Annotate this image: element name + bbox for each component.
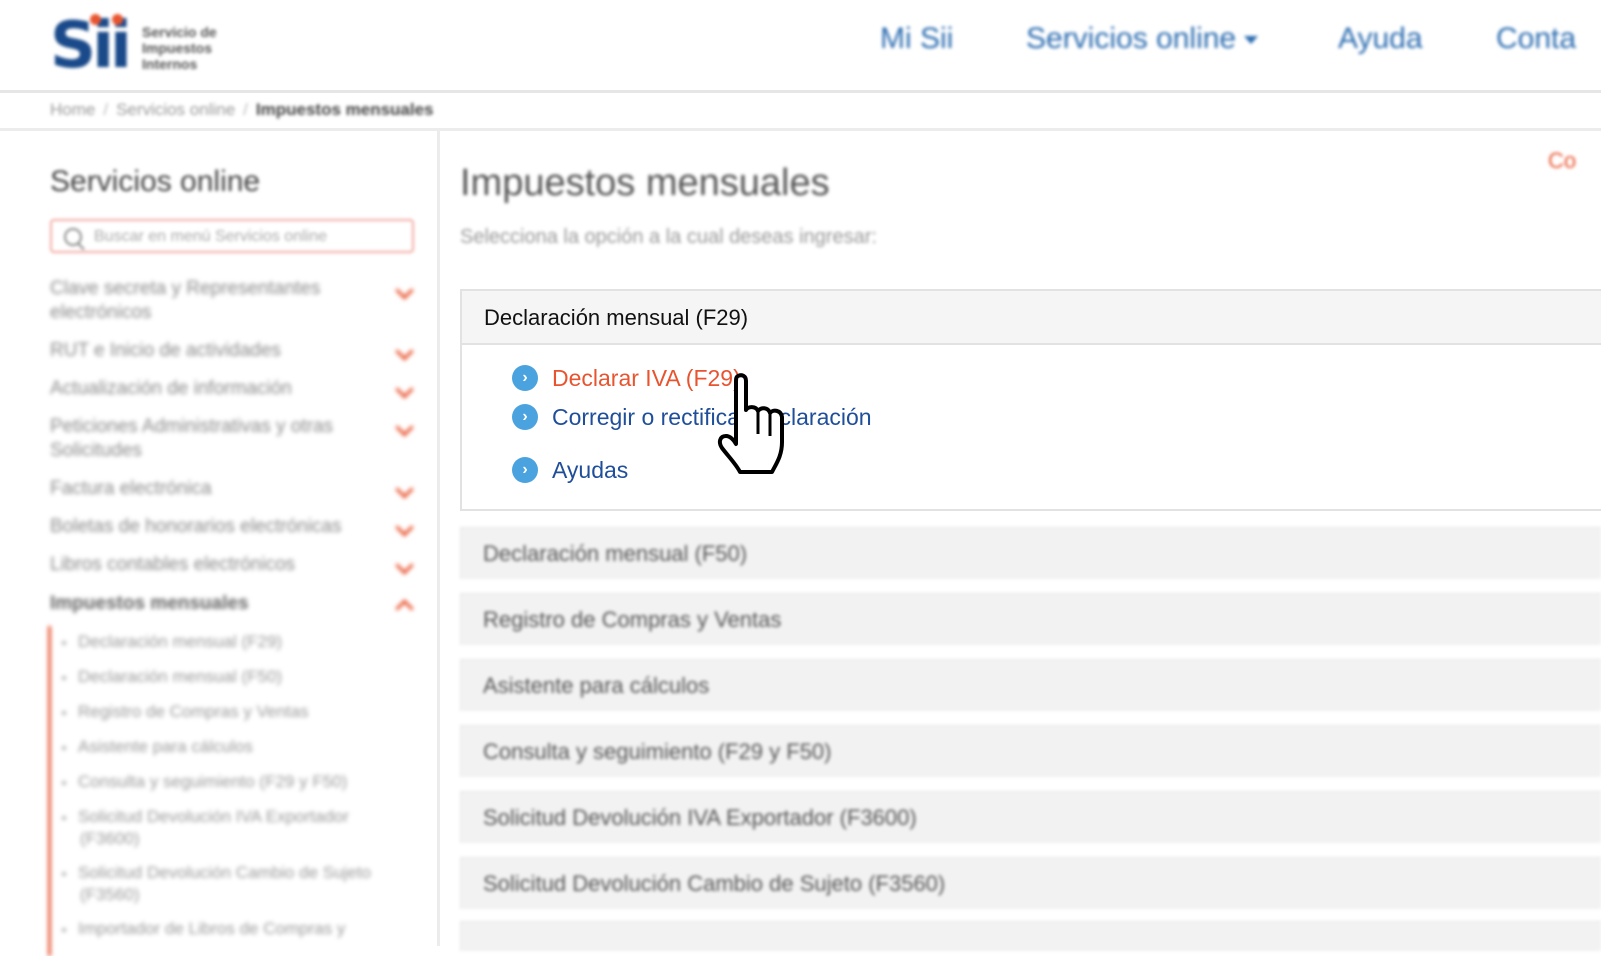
submenu-item[interactable]: Registro de Compras y Ventas: [62, 701, 392, 723]
submenu-label: Solicitud Devolución IVA Exportador (F36…: [78, 807, 349, 848]
submenu-item[interactable]: Solicitud Devolución Cambio de Sujeto (F…: [62, 862, 390, 906]
breadcrumb: Home / Servicios online / Impuestos mensuale…: [50, 100, 434, 120]
chevron-right-icon: ›: [512, 404, 538, 430]
accordion-asistente[interactable]: Asistente para cálculos: [460, 659, 1601, 711]
panel-f29: Declaración mensual (F29) › Declarar IVA…: [460, 289, 1601, 511]
submenu-item[interactable]: Solicitud Devolución IVA Exportador (F36…: [62, 806, 390, 850]
search-placeholder: Buscar en menú Servicios online: [94, 228, 328, 245]
bullet-icon: [62, 710, 66, 715]
nav-label: Servicios online: [1026, 22, 1237, 55]
chevron-up-icon[interactable]: [395, 599, 414, 618]
accordion-label: Solicitud Devolución Cambio de Sujeto (F…: [483, 871, 946, 896]
nav-servicios-online[interactable]: Servicios online: [1026, 22, 1259, 56]
accordion-consulta[interactable]: Consulta y seguimiento (F29 y F50): [460, 725, 1601, 777]
chevron-down-icon[interactable]: [395, 380, 414, 399]
logo-dot: [90, 14, 101, 25]
sii-logo[interactable]: Sii Servicio de Impuestos Internos: [50, 8, 250, 80]
panel-title: Declaración mensual (F29): [484, 305, 749, 330]
chevron-down-icon[interactable]: [395, 518, 414, 537]
bullet-icon: [62, 871, 66, 876]
bullet-icon: [62, 640, 66, 645]
sidebar-item-libros[interactable]: Libros contables electrónicos: [50, 553, 370, 577]
accordion-partial[interactable]: [460, 921, 1601, 951]
page-title: Impuestos mensuales: [460, 162, 830, 204]
chevron-right-icon: ›: [512, 457, 538, 483]
corner-link[interactable]: Co: [1548, 148, 1576, 174]
accordion-label: Registro de Compras y Ventas: [483, 607, 782, 632]
breadcrumb-separator: /: [103, 100, 109, 119]
breadcrumb-home[interactable]: Home: [50, 100, 95, 119]
caret-down-icon: [1244, 36, 1259, 45]
submenu-label: Declaración mensual (F29): [78, 632, 283, 651]
nav-ayuda[interactable]: Ayuda: [1338, 22, 1423, 56]
submenu-indicator: [48, 626, 51, 956]
bullet-icon: [62, 815, 66, 820]
sidebar-title: Servicios online: [50, 165, 261, 198]
accordion-label: Solicitud Devolución IVA Exportador (F36…: [483, 805, 917, 830]
submenu-item[interactable]: Asistente para cálculos: [62, 736, 392, 758]
accordion-label: Asistente para cálculos: [483, 673, 710, 698]
submenu-label: Declaración mensual (F50): [78, 667, 283, 686]
sidebar-item-boletas[interactable]: Boletas de honorarios electrónicas: [50, 515, 370, 539]
submenu-label: Solicitud Devolución Cambio de Sujeto (F…: [78, 863, 371, 904]
accordion-f3600[interactable]: Solicitud Devolución IVA Exportador (F36…: [460, 791, 1601, 843]
logo-text: Servicio de Impuestos Internos: [142, 24, 217, 72]
option-label: Declarar IVA (F29): [552, 365, 741, 391]
logo-line: Impuestos: [142, 40, 213, 56]
sidebar-item-impuestos-mensuales[interactable]: Impuestos mensuales: [50, 592, 370, 616]
sidebar-item-actualizacion[interactable]: Actualización de información: [50, 377, 370, 401]
chevron-down-icon[interactable]: [395, 281, 414, 300]
sidebar-item-peticiones[interactable]: Peticiones Administrativas y otras Solic…: [50, 415, 370, 463]
hand-pointer-icon: [717, 373, 784, 474]
submenu-label: Consulta y seguimiento (F29 y F50): [78, 772, 348, 791]
bullet-icon: [62, 745, 66, 750]
accordion-f50[interactable]: Declaración mensual (F50): [460, 527, 1601, 579]
search-icon: [64, 228, 82, 246]
page-subtitle: Selecciona la opción a la cual deseas in…: [460, 226, 877, 248]
sidebar-item-rut[interactable]: RUT e Inicio de actividades: [50, 339, 370, 363]
accordion-label: Declaración mensual (F50): [483, 541, 748, 566]
submenu-label: Importador de Libros de Compras y: [78, 919, 346, 938]
bullet-icon: [62, 780, 66, 785]
chevron-right-icon: ›: [512, 365, 538, 391]
submenu-label: Asistente para cálculos: [78, 737, 253, 756]
option-label: Corregir o rectificar declaración: [552, 404, 872, 430]
sidebar-search-input[interactable]: Buscar en menú Servicios online: [50, 219, 414, 253]
logo-mark: Sii: [50, 9, 132, 83]
submenu-item[interactable]: Consulta y seguimiento (F29 y F50): [62, 771, 392, 793]
accordion-f3560[interactable]: Solicitud Devolución Cambio de Sujeto (F…: [460, 857, 1601, 909]
chevron-down-icon[interactable]: [395, 556, 414, 575]
logo-dot: [112, 14, 123, 25]
sidebar: Servicios online Buscar en menú Servicio…: [0, 131, 440, 956]
sidebar-item-factura[interactable]: Factura electrónica: [50, 477, 370, 501]
chevron-down-icon[interactable]: [395, 418, 414, 437]
bullet-icon: [62, 675, 66, 680]
panel-header[interactable]: Declaración mensual (F29): [462, 291, 1601, 345]
nav-mi-sii[interactable]: Mi Sii: [880, 22, 953, 56]
breadcrumb-separator: /: [243, 100, 248, 119]
chevron-down-icon[interactable]: [395, 342, 414, 361]
accordion-label: Consulta y seguimiento (F29 y F50): [483, 739, 832, 764]
accordion-registro[interactable]: Registro de Compras y Ventas: [460, 593, 1601, 645]
sidebar-item-clave[interactable]: Clave secreta y Representantes electróni…: [50, 277, 370, 325]
option-label: Ayudas: [552, 457, 629, 483]
logo-line: Internos: [142, 56, 198, 72]
breadcrumb-current: Impuestos mensuales: [255, 100, 434, 119]
submenu-label: Registro de Compras y Ventas: [78, 702, 309, 721]
bullet-icon: [62, 927, 66, 932]
site-header: Sii Servicio de Impuestos Internos Mi Si…: [0, 0, 1601, 93]
submenu-item[interactable]: Declaración mensual (F50): [62, 666, 392, 688]
chevron-down-icon[interactable]: [395, 480, 414, 499]
logo-line: Servicio de: [142, 24, 217, 40]
nav-contacto[interactable]: Conta: [1496, 22, 1576, 56]
submenu-item[interactable]: Declaración mensual (F29): [62, 631, 392, 653]
submenu-item[interactable]: Importador de Libros de Compras y: [62, 918, 392, 940]
breadcrumb-servicios[interactable]: Servicios online: [116, 100, 235, 119]
